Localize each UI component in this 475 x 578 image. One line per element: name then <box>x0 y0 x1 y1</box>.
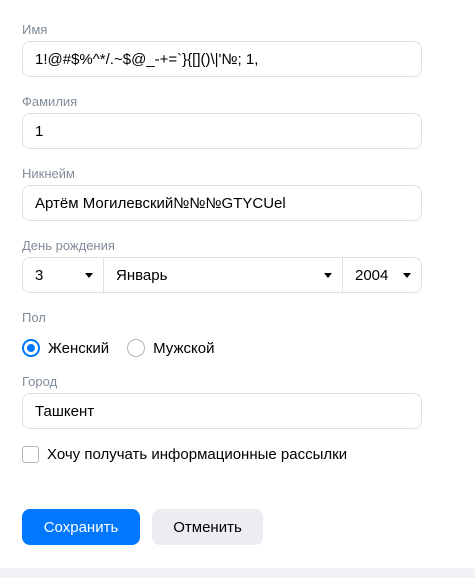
newsletter-checkbox-row[interactable]: Хочу получать информационные рассылки <box>22 446 347 463</box>
birthday-label: День рождения <box>22 238 115 253</box>
save-button[interactable]: Сохранить <box>22 509 140 545</box>
radio-checked-icon[interactable] <box>22 339 40 357</box>
gender-female-label: Женский <box>48 339 110 357</box>
chevron-down-icon <box>403 273 411 278</box>
birthday-day-select[interactable]: 3 <box>23 258 103 292</box>
birthday-select-group: 3 Январь 2004 <box>22 257 422 293</box>
birthday-year-select[interactable]: 2004 <box>342 258 421 292</box>
nickname-input[interactable] <box>22 185 422 221</box>
birthday-day-value: 3 <box>35 266 44 284</box>
last-name-input[interactable] <box>22 113 422 149</box>
gender-label: Пол <box>22 310 46 325</box>
nickname-label: Никнейм <box>22 166 75 181</box>
gender-male-label: Мужской <box>153 339 215 357</box>
city-label: Город <box>22 374 58 389</box>
newsletter-label: Хочу получать информационные рассылки <box>47 446 348 463</box>
birthday-month-select[interactable]: Январь <box>103 258 342 292</box>
newsletter-checkbox[interactable] <box>22 446 39 463</box>
bottom-divider <box>0 568 475 578</box>
chevron-down-icon <box>85 273 93 278</box>
chevron-down-icon <box>324 273 332 278</box>
gender-radio-female[interactable]: Женский <box>22 339 109 357</box>
city-input[interactable] <box>22 393 422 429</box>
gender-radio-group: Женский Мужской <box>22 338 232 358</box>
first-name-input[interactable] <box>22 41 422 77</box>
last-name-label: Фамилия <box>22 94 78 109</box>
radio-unchecked-icon[interactable] <box>127 339 146 357</box>
first-name-label: Имя <box>22 22 48 37</box>
birthday-year-value: 2004 <box>355 266 389 284</box>
birthday-month-value: Январь <box>116 266 168 284</box>
gender-radio-male[interactable]: Мужской <box>127 339 214 357</box>
cancel-button[interactable]: Отменить <box>152 509 263 545</box>
